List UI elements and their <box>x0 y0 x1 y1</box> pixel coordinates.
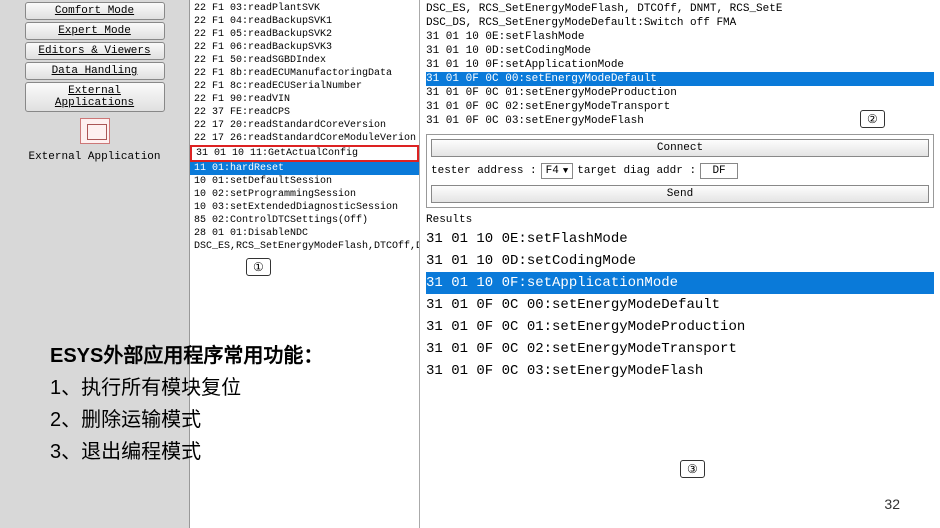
list-item[interactable]: 22 F1 03:readPlantSVK <box>190 2 419 15</box>
list-item[interactable]: 22 37 FE:readCPS <box>190 106 419 119</box>
list-item[interactable]: 31 01 0F 0C 01:setEnergyModeProduction <box>426 316 934 338</box>
list-item[interactable]: 22 17 26:readStandardCoreModuleVerion <box>190 132 419 145</box>
page-number: 32 <box>884 496 900 512</box>
sidebar-item-editors[interactable]: Editors & Viewers <box>25 42 165 60</box>
list-item[interactable]: 31 01 0F 0C 03:setEnergyModeFlash <box>426 114 934 128</box>
list-item[interactable]: 31 01 0F 0C 00:setEnergyModeDefault <box>426 72 934 86</box>
list-item[interactable]: 22 F1 8b:readECUManufactoringData <box>190 67 419 80</box>
list-item[interactable]: DSC_DS, RCS_SetEnergyModeDefault:Switch … <box>426 16 934 30</box>
list-item[interactable]: 10 01:setDefaultSession <box>190 175 419 188</box>
external-app-icon <box>80 118 110 144</box>
list-item[interactable]: 22 F1 05:readBackupSVK2 <box>190 28 419 41</box>
summary-line-3: 3、退出编程模式 <box>50 436 323 468</box>
external-app-label: External Application <box>0 151 189 163</box>
right-pane: DSC_ES, RCS_SetEnergyModeFlash, DTCOff, … <box>420 0 940 528</box>
list-item[interactable]: 31 01 10 0E:setFlashMode <box>426 228 934 250</box>
tester-address-value: F4 <box>546 165 559 177</box>
results-list[interactable]: 31 01 10 0E:setFlashMode31 01 10 0D:setC… <box>426 228 934 382</box>
summary-line-2: 2、删除运输模式 <box>50 404 323 436</box>
target-addr-input[interactable]: DF <box>700 163 738 179</box>
list-item[interactable]: 31 01 0F 0C 02:setEnergyModeTransport <box>426 338 934 360</box>
chevron-down-icon: ▼ <box>563 166 568 176</box>
list-item[interactable]: 31 01 10 11:GetActualConfig <box>190 145 419 162</box>
sidebar-item-external[interactable]: External Applications <box>25 82 165 112</box>
send-button[interactable]: Send <box>431 185 929 203</box>
external-app-launcher[interactable]: External Application <box>0 118 189 163</box>
target-addr-label: target diag addr : <box>577 165 696 177</box>
summary-line-1: 1、执行所有模块复位 <box>50 372 323 404</box>
list-item[interactable]: 31 01 10 0D:setCodingMode <box>426 44 934 58</box>
list-item[interactable]: 31 01 0F 0C 03:setEnergyModeFlash <box>426 360 934 382</box>
list-item[interactable]: 31 01 10 0D:setCodingMode <box>426 250 934 272</box>
tester-address-select[interactable]: F4 ▼ <box>541 163 574 179</box>
callout-3: ③ <box>680 460 705 478</box>
list-item[interactable]: 31 01 10 0E:setFlashMode <box>426 30 934 44</box>
list-item[interactable]: DSC_ES,RCS_SetEnergyModeFlash,DTCOff,DNM… <box>190 240 419 253</box>
summary-title: ESYS外部应用程序常用功能： <box>50 340 323 372</box>
list-item[interactable]: 10 02:setProgrammingSession <box>190 188 419 201</box>
callout-2: ② <box>860 110 885 128</box>
list-item[interactable]: 22 F1 06:readBackupSVK3 <box>190 41 419 54</box>
list-item[interactable]: 85 02:ControlDTCSettings(Off) <box>190 214 419 227</box>
tester-address-label: tester address : <box>431 165 537 177</box>
connect-panel: Connect tester address : F4 ▼ target dia… <box>426 134 934 208</box>
list-item[interactable]: 31 01 10 0F:setApplicationMode <box>426 272 934 294</box>
list-item[interactable]: 11 01:hardReset <box>190 162 419 175</box>
list-item[interactable]: 22 F1 04:readBackupSVK1 <box>190 15 419 28</box>
results-label: Results <box>426 214 934 226</box>
list-item[interactable]: 28 01 01:DisableNDC <box>190 227 419 240</box>
list-item[interactable]: 31 01 0F 0C 00:setEnergyModeDefault <box>426 294 934 316</box>
list-item[interactable]: 31 01 0F 0C 01:setEnergyModeProduction <box>426 86 934 100</box>
callout-1: ① <box>246 258 271 276</box>
list-item[interactable]: DSC_ES, RCS_SetEnergyModeFlash, DTCOff, … <box>426 2 934 16</box>
sidebar-item-comfort[interactable]: Comfort Mode <box>25 2 165 20</box>
list-item[interactable]: 31 01 0F 0C 02:setEnergyModeTransport <box>426 100 934 114</box>
connect-button[interactable]: Connect <box>431 139 929 157</box>
list-item[interactable]: 31 01 10 0F:setApplicationMode <box>426 58 934 72</box>
list-item[interactable]: 10 03:setExtendedDiagnosticSession <box>190 201 419 214</box>
summary-text: ESYS外部应用程序常用功能： 1、执行所有模块复位 2、删除运输模式 3、退出… <box>50 340 323 468</box>
list-item[interactable]: 22 F1 50:readSGBDIndex <box>190 54 419 67</box>
sidebar-item-expert[interactable]: Expert Mode <box>25 22 165 40</box>
list-item[interactable]: 22 F1 90:readVIN <box>190 93 419 106</box>
list-item[interactable]: 22 17 20:readStandardCoreVersion <box>190 119 419 132</box>
sidebar-item-data[interactable]: Data Handling <box>25 62 165 80</box>
list-item[interactable]: 22 F1 8c:readECUSerialNumber <box>190 80 419 93</box>
